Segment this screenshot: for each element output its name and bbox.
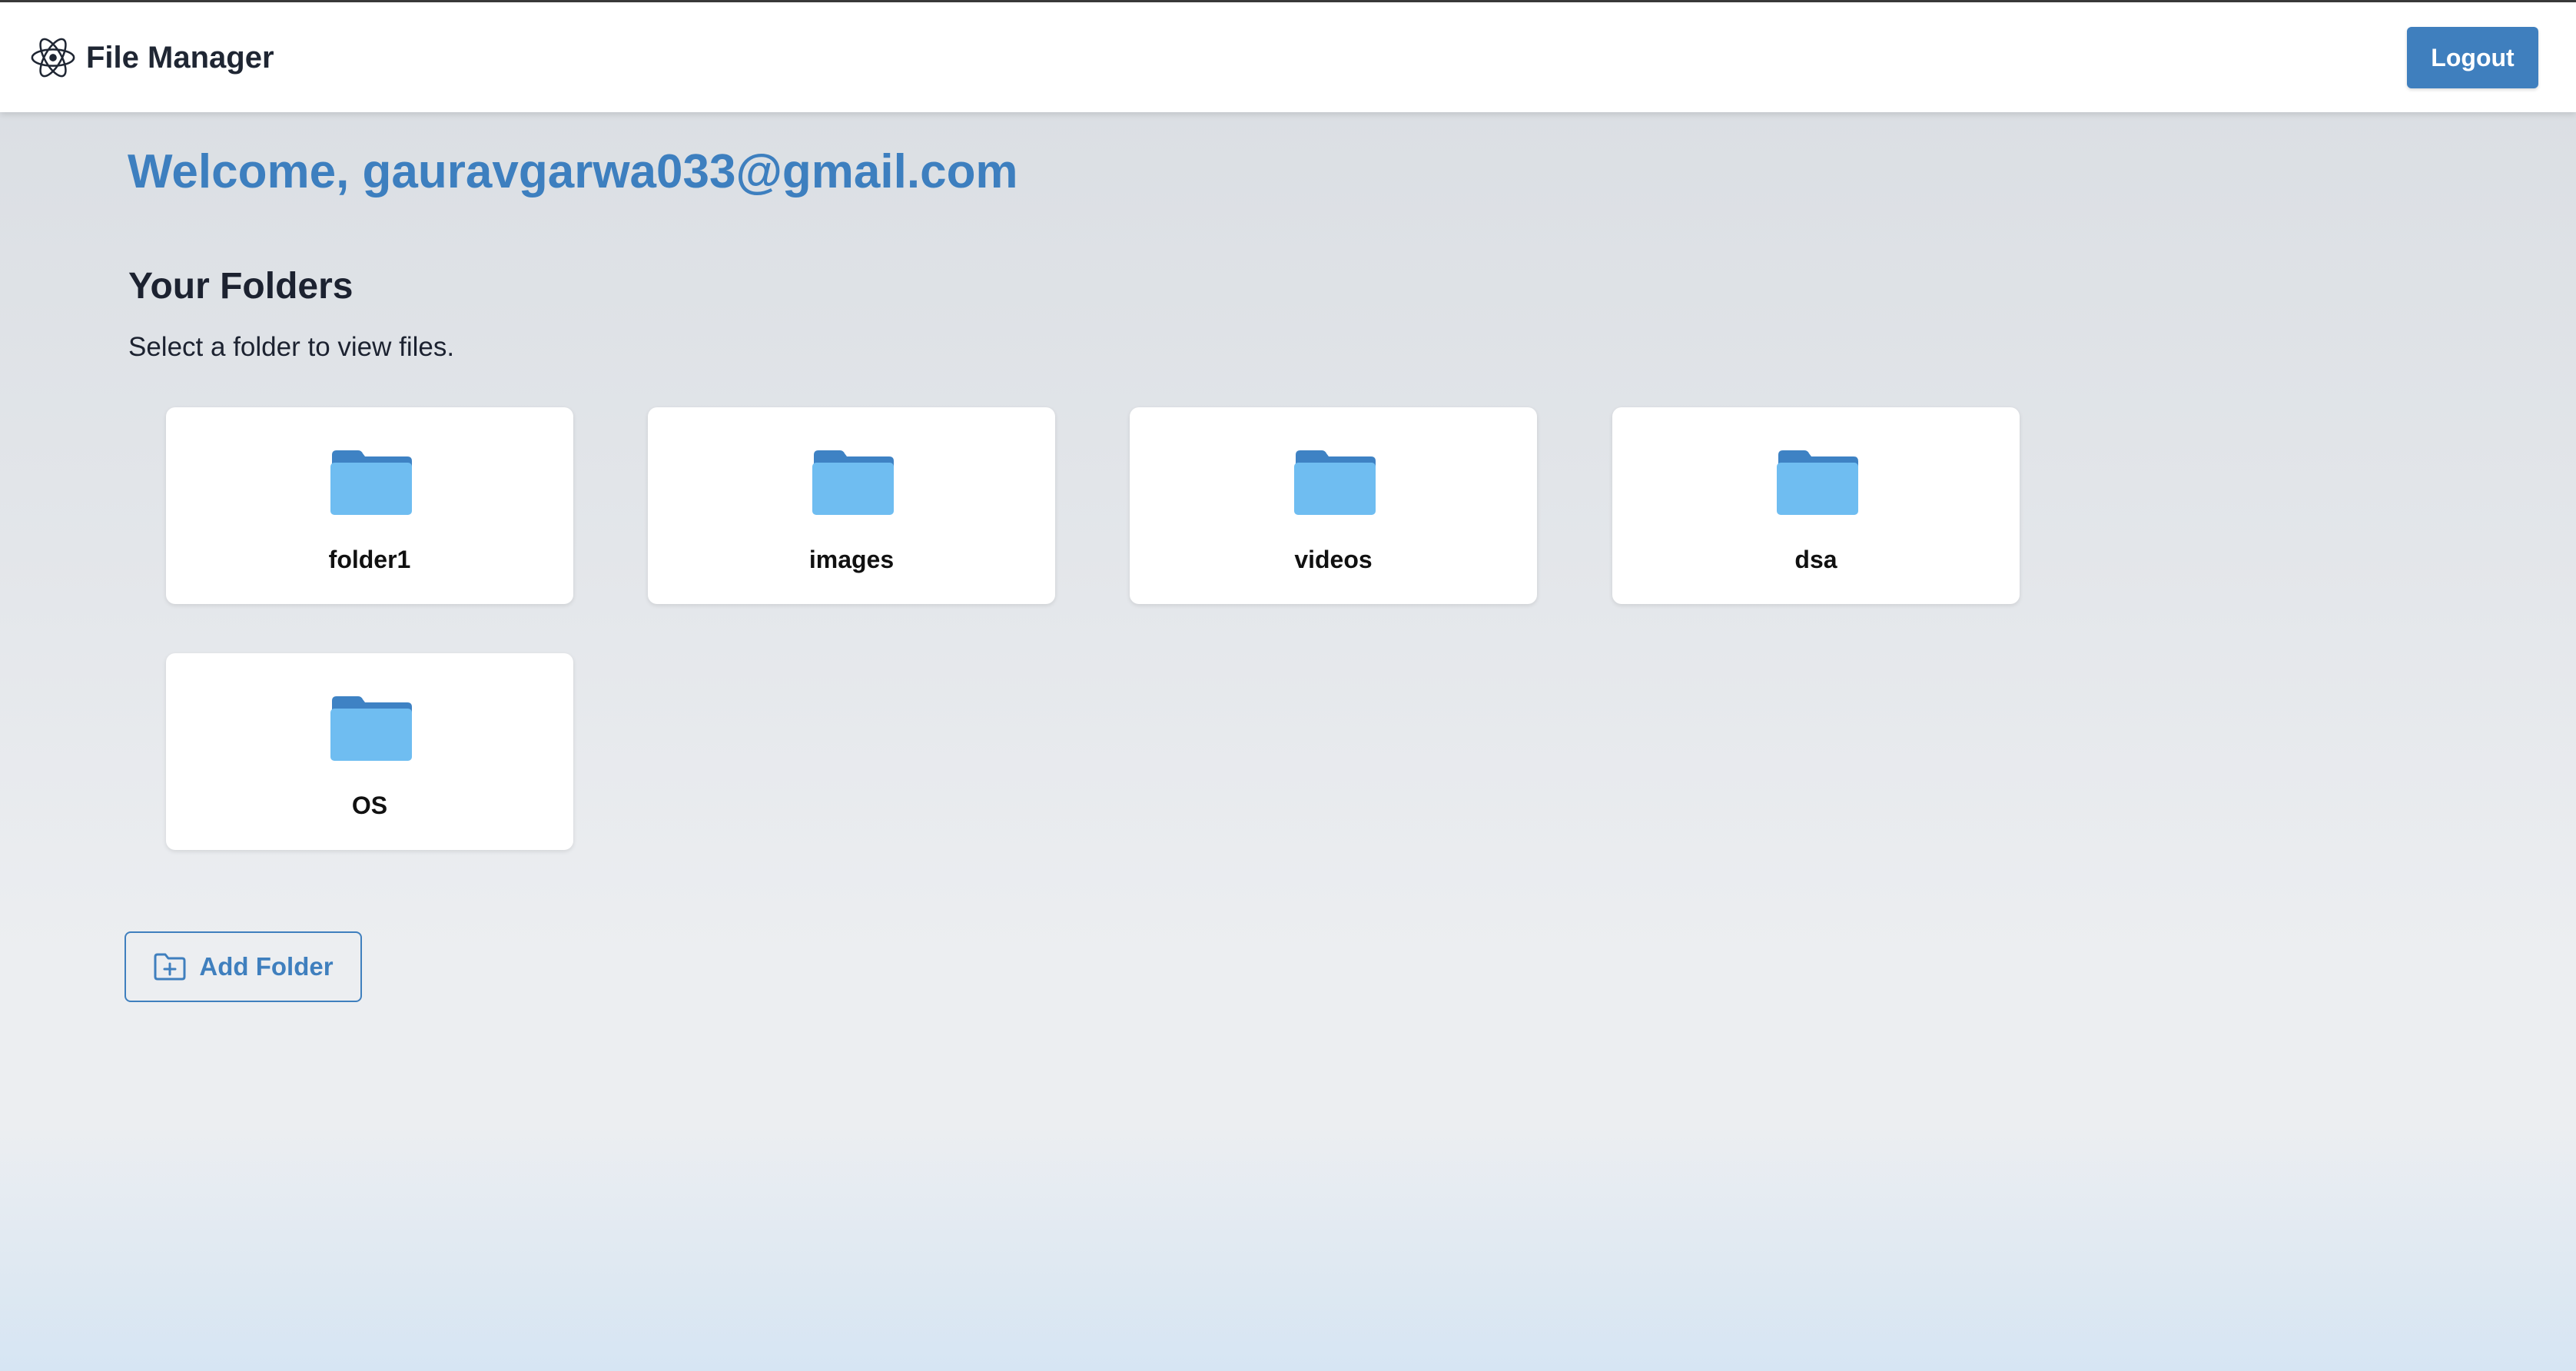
folder-icon — [812, 450, 894, 515]
logout-button[interactable]: Logout — [2407, 27, 2538, 88]
folder-name: dsa — [1794, 546, 1837, 573]
folder-name: OS — [351, 792, 388, 819]
folder-icon — [330, 696, 412, 761]
folders-subtitle: Select a folder to view files. — [128, 332, 455, 362]
folder-name: videos — [1294, 546, 1373, 573]
folder-icon — [330, 450, 412, 515]
folder-name: folder1 — [328, 546, 411, 573]
app-header: File Manager Logout — [0, 2, 2576, 112]
add-folder-button[interactable]: Add Folder — [124, 931, 362, 1002]
react-atom-icon — [31, 38, 75, 78]
folders-heading: Your Folders — [128, 266, 354, 307]
folder-card-images[interactable]: images — [648, 407, 1055, 604]
folder-card-dsa[interactable]: dsa — [1612, 407, 2020, 604]
folder-icon — [1777, 450, 1858, 515]
folder-name: images — [808, 546, 895, 573]
brand[interactable]: File Manager — [29, 33, 274, 82]
folder-card-folder1[interactable]: folder1 — [166, 407, 573, 604]
welcome-message: Welcome, gauravgarwa033@gmail.com — [128, 145, 1018, 198]
folder-card-os[interactable]: OS — [166, 653, 573, 850]
folder-icon — [1294, 450, 1376, 515]
folder-plus-icon — [154, 953, 186, 981]
folder-card-videos[interactable]: videos — [1130, 407, 1537, 604]
add-folder-label: Add Folder — [199, 952, 334, 981]
app-title: File Manager — [86, 40, 274, 75]
